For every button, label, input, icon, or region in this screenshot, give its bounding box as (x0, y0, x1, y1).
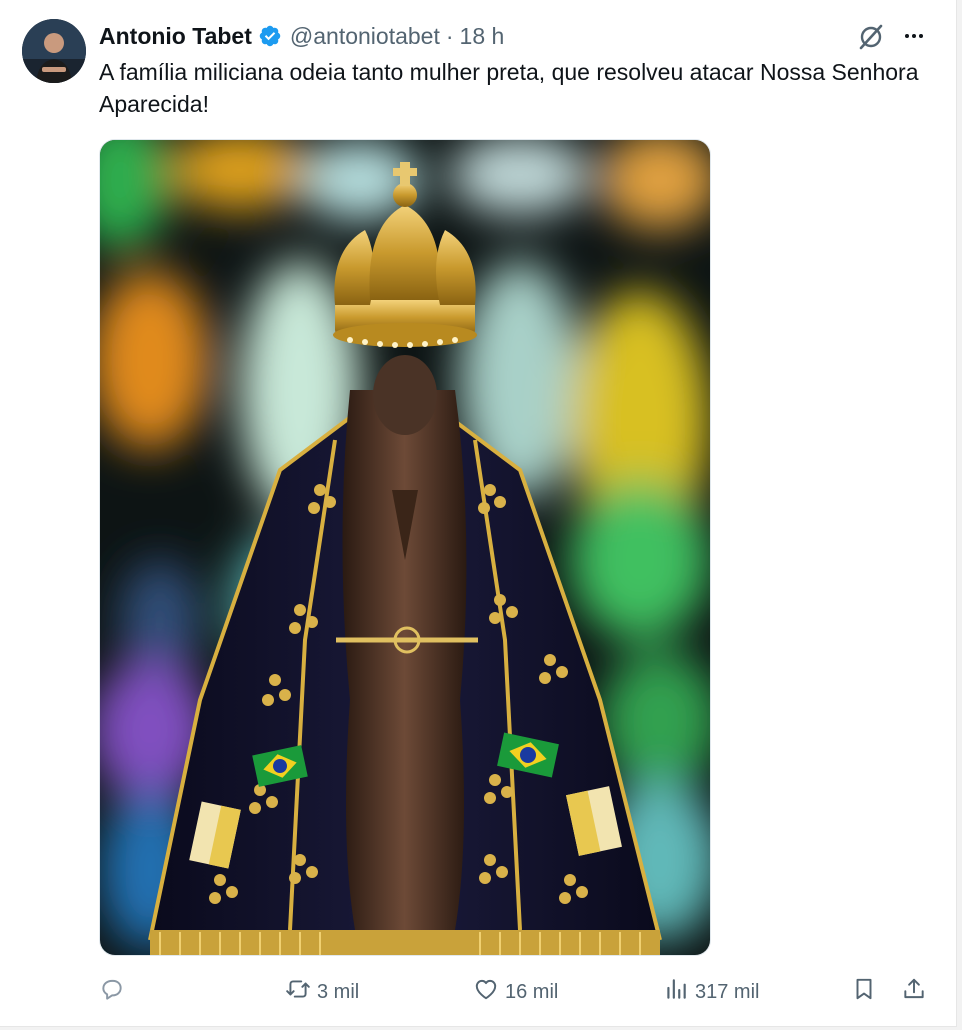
views-count: 317 mil (695, 980, 760, 1003)
author-handle[interactable]: @antoniotabet (290, 23, 440, 50)
avatar-image (22, 19, 86, 83)
author-name[interactable]: Antonio Tabet (99, 23, 252, 50)
like-count: 16 mil (505, 980, 559, 1003)
views-button[interactable]: 317 mil (663, 972, 759, 1012)
like-button[interactable]: 16 mil (473, 972, 558, 1012)
verified-badge-icon (258, 24, 282, 48)
action-bar: 3 mil 16 mil 317 mil (99, 972, 939, 1012)
retweet-button[interactable]: 3 mil (285, 972, 359, 1012)
separator-dot: · (445, 22, 454, 49)
share-icon (901, 976, 927, 1008)
tweet-timestamp[interactable]: 18 h (460, 23, 505, 50)
avatar[interactable] (22, 19, 86, 83)
heart-icon (473, 976, 499, 1008)
share-button[interactable] (901, 972, 927, 1012)
tweet-text: A família miliciana odeia tanto mulher p… (99, 59, 919, 117)
retweet-count: 3 mil (317, 980, 360, 1003)
statue-image (100, 140, 710, 955)
retweet-icon (285, 976, 311, 1008)
tweet-header: Antonio Tabet @antoniotabet · 18 h (99, 20, 504, 52)
reply-icon (99, 976, 125, 1008)
more-icon[interactable] (898, 20, 930, 52)
reply-button[interactable] (99, 972, 131, 1012)
tweet-media[interactable] (99, 139, 711, 956)
bookmark-icon (851, 976, 877, 1008)
bookmark-button[interactable] (851, 972, 877, 1012)
views-icon (663, 976, 689, 1008)
grok-icon[interactable] (856, 22, 886, 52)
tweet-card[interactable]: Antonio Tabet @antoniotabet · 18 h A fam… (0, 0, 957, 1027)
